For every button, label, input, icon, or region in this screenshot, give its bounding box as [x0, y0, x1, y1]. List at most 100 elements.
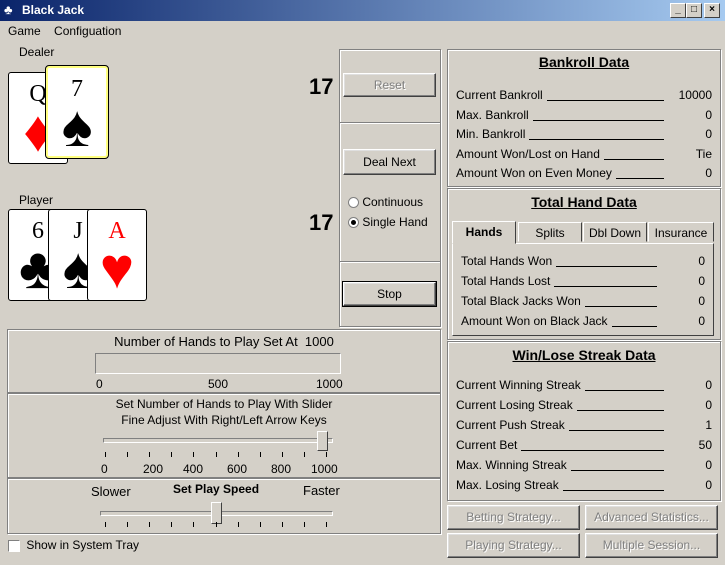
stat-row: Current Bet 50	[456, 438, 712, 454]
streak-title: Win/Lose Streak Data	[512, 347, 656, 363]
stat-value: 1	[705, 418, 712, 432]
tray-label: Show in System Tray	[26, 538, 140, 552]
stat-label: Current Push Streak	[456, 418, 569, 432]
divider	[340, 122, 440, 124]
heart-icon: ♥	[99, 236, 135, 301]
stat-value: 0	[698, 254, 705, 268]
stat-value: Tie	[695, 146, 712, 161]
stat-row: Max. Winning Streak 0	[456, 458, 712, 474]
stat-row: Current Winning Streak 0	[456, 378, 712, 394]
stat-value: 0	[705, 107, 712, 122]
stat-label: Current Losing Streak	[456, 398, 577, 412]
close-button[interactable]: ×	[704, 3, 720, 18]
dealer-label: Dealer	[19, 45, 55, 59]
streak-panel: Win/Lose Streak Data Current Winning Str…	[447, 341, 721, 501]
tab-hands[interactable]: Hands	[452, 221, 516, 244]
stat-label: Current Bet	[456, 438, 522, 452]
multiple-session-button[interactable]: Multiple Session...	[585, 533, 718, 558]
stat-value: 0	[698, 314, 705, 328]
tick-label-800: 800	[271, 462, 292, 476]
tick-label-200: 200	[143, 462, 164, 476]
control-panel: Reset Deal Next Continuous Single Hand S…	[339, 49, 441, 327]
slider-tick	[237, 452, 239, 457]
slider-tick	[326, 522, 327, 527]
hands-slider-thumb[interactable]	[317, 431, 328, 451]
maximize-button[interactable]: □	[686, 3, 702, 18]
stat-label: Max. Winning Streak	[456, 458, 571, 472]
radio-circle[interactable]	[348, 217, 359, 229]
slider-tick	[215, 522, 217, 527]
tick-label-0: 0	[101, 462, 108, 476]
slider-tick	[105, 522, 106, 527]
playing-strategy-button[interactable]: Playing Strategy...	[447, 533, 580, 558]
hands-setting-value: 1000	[304, 334, 334, 349]
slider-panel: Set Number of Hands to Play With Slider …	[7, 393, 441, 478]
hands-progress-bar	[95, 353, 341, 374]
tick-label-400: 400	[183, 462, 204, 476]
stat-value: 0	[705, 458, 712, 472]
dealer-card-2: 7 ♠	[45, 65, 109, 159]
continuous-radio[interactable]: Continuous	[348, 195, 423, 209]
bankroll-panel: Bankroll Data Current Bankroll 10000 Max. …	[447, 49, 721, 187]
slider-tick	[281, 522, 283, 527]
slider-tick	[193, 452, 195, 457]
single-hand-label: Single Hand	[362, 215, 428, 229]
stat-row: Total Black Jacks Won 0	[461, 294, 705, 310]
hands-panel: Number of Hands to Play Set At 1000 0 50…	[7, 329, 441, 393]
bankroll-title: Bankroll Data	[538, 54, 630, 70]
checkbox-box[interactable]	[8, 539, 20, 552]
slider-tick	[193, 522, 195, 527]
stat-label: Max. Losing Streak	[456, 478, 563, 492]
tab-insurance[interactable]: Insurance	[648, 222, 714, 242]
continuous-label: Continuous	[362, 195, 424, 209]
app-icon: ♣	[4, 2, 13, 17]
stat-value: 0	[698, 274, 705, 288]
stat-row: Total Hands Lost 0	[461, 274, 705, 290]
stat-row: Current Losing Streak 0	[456, 398, 712, 414]
stat-label: Total Hands Won	[461, 254, 557, 268]
stat-row: Max. Losing Streak 0	[456, 478, 712, 494]
stat-label: Current Bankroll	[456, 88, 547, 102]
advanced-statistics-button[interactable]: Advanced Statistics...	[585, 505, 718, 530]
deal-next-button[interactable]: Deal Next	[343, 149, 436, 175]
stat-label: Min. Bankroll	[456, 127, 530, 141]
slider-tick	[326, 452, 327, 457]
tab-splits[interactable]: Splits	[518, 222, 582, 242]
hands-slider-track[interactable]	[103, 438, 333, 443]
stat-value: 50	[698, 438, 712, 452]
stat-row: Current Bankroll 10000	[456, 88, 712, 104]
stat-row: Min. Bankroll 0	[456, 127, 712, 143]
speed-slider-thumb[interactable]	[211, 502, 222, 524]
radio-circle[interactable]	[348, 197, 359, 209]
slider-tick	[259, 452, 261, 457]
slider-instruction-2: Fine Adjust With Right/Left Arrow Keys	[121, 413, 327, 427]
stat-row: Amount Won/Lost on Hand Tie	[456, 146, 712, 163]
play-speed-label: Set Play Speed	[173, 482, 260, 496]
stat-label: Current Winning Streak	[456, 378, 585, 392]
hands-setting-label: Number of Hands to Play Set At	[114, 334, 298, 349]
tray-checkbox[interactable]: Show in System Tray	[8, 538, 139, 552]
tab-content: Total Hands Won 0 Total Hands Lost 0 Total B…	[452, 243, 714, 336]
slider-instruction-1: Set Number of Hands to Play With Slider	[115, 397, 333, 411]
total-hand-title: Total Hand Data	[531, 194, 637, 210]
slider-tick	[237, 522, 239, 527]
slider-tick	[303, 452, 305, 457]
menu-game[interactable]: Game	[8, 24, 41, 38]
stop-button[interactable]: Stop	[342, 281, 437, 307]
stat-label: Max. Bankroll	[456, 107, 533, 122]
betting-strategy-button[interactable]: Betting Strategy...	[447, 505, 580, 530]
single-hand-radio[interactable]: Single Hand	[348, 215, 428, 229]
stat-label: Amount Won on Black Jack	[461, 314, 612, 328]
stat-label: Total Hands Lost	[461, 274, 555, 288]
stat-value: 0	[705, 127, 712, 141]
minimize-button[interactable]: _	[670, 3, 686, 18]
menu-configuration[interactable]: Configuation	[54, 24, 121, 38]
stat-row: Max. Bankroll 0	[456, 107, 712, 124]
slider-tick	[149, 522, 151, 527]
tab-strip: Hands Splits Dbl Down Insurance	[452, 221, 716, 244]
window-title: Black Jack	[22, 3, 85, 17]
tab-dbl-down[interactable]: Dbl Down	[583, 222, 647, 242]
slider-tick	[171, 522, 173, 527]
reset-button[interactable]: Reset	[343, 73, 436, 97]
tick-label-1000: 1000	[311, 462, 338, 476]
